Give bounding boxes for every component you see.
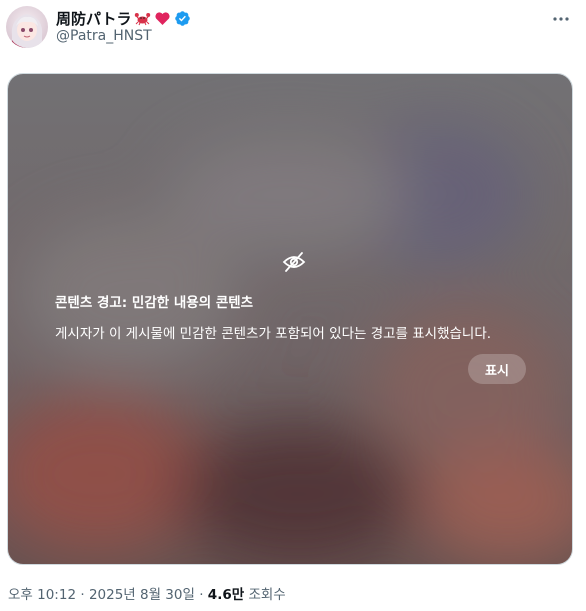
red-heart-emoji-icon	[154, 10, 171, 27]
more-options-button[interactable]	[550, 8, 572, 30]
tweet: 周防パトラ @Patra_HNST 콘텐츠 경고: 민감한 내용의 콘텐츠 게시…	[0, 0, 586, 611]
content-warning-description: 게시자가 이 게시물에 민감한 콘텐츠가 포함되어 있다는 경고를 표시했습니다…	[55, 326, 492, 342]
eye-slash-icon	[282, 252, 306, 272]
views-label: 조회수	[248, 587, 286, 603]
show-content-button[interactable]: 표시	[468, 354, 526, 384]
views-count: 4.6만	[207, 587, 245, 603]
blurred-media-image	[8, 74, 572, 564]
tweet-date[interactable]: 2025년 8월 30일	[89, 587, 195, 603]
avatar[interactable]	[6, 6, 48, 48]
tweet-time[interactable]: 오후 10:12	[8, 587, 76, 603]
author-display-name[interactable]: 周防パトラ	[56, 8, 131, 29]
meta-separator: ·	[199, 587, 204, 603]
meta-separator: ·	[80, 587, 85, 603]
tweet-meta: 오후 10:12 · 2025년 8월 30일 · 4.6만 조회수	[8, 583, 286, 603]
content-warning-title: 콘텐츠 경고: 민감한 내용의 콘텐츠	[55, 295, 254, 311]
verified-badge-icon[interactable]	[174, 10, 191, 27]
crab-emoji-icon	[134, 10, 151, 27]
more-horizontal-icon	[553, 17, 569, 21]
author-handle[interactable]: @Patra_HNST	[56, 28, 152, 44]
author-name-row: 周防パトラ	[56, 7, 191, 29]
sensitive-media-container[interactable]: 콘텐츠 경고: 민감한 내용의 콘텐츠 게시자가 이 게시물에 민감한 콘텐츠가…	[7, 73, 573, 565]
